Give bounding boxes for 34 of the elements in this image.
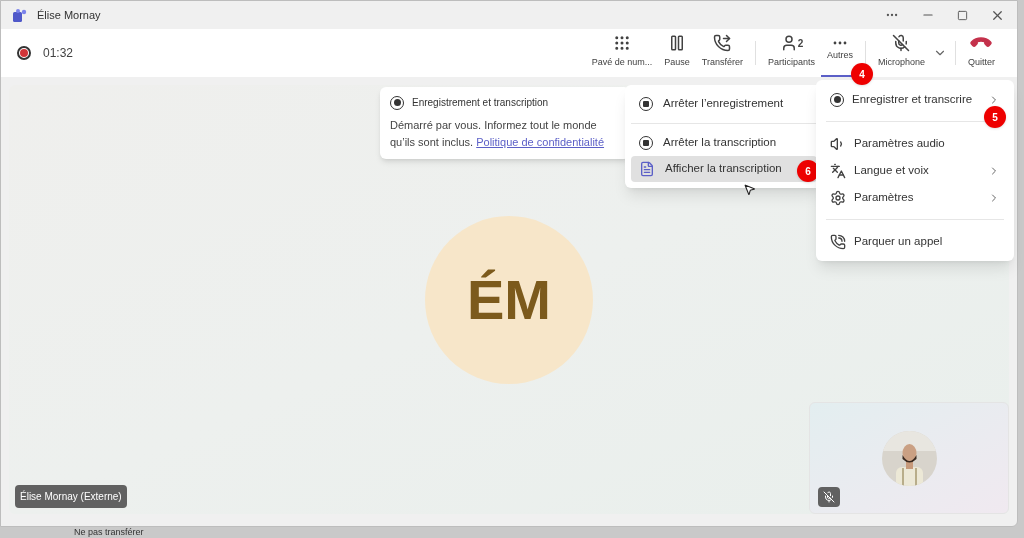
privacy-link[interactable]: Politique de confidentialité [476,136,605,148]
more-icon [832,41,847,46]
toolbar-button[interactable]: Quitter [962,29,1001,77]
menu-item[interactable]: Paramètres audio [822,130,1008,157]
phone-forward-icon [713,34,732,53]
participant-count: 2 [797,36,804,51]
call-timer: 01:32 [43,45,74,62]
settings-icon [830,189,846,206]
behind-label: Ne pas transférer [74,527,144,538]
language-icon [830,162,846,179]
step-badge: 5 [984,106,1006,128]
banner-title: Enregistrement et transcription [412,96,549,110]
name-tag: Élise Mornay (Externe) [15,485,127,508]
toolbar-button[interactable]: Microphone [871,29,931,77]
toolbar-button[interactable]: Transférer [695,29,749,77]
transcript-icon [639,161,655,177]
menu-item[interactable]: Parquer un appel [822,228,1008,255]
avatar: ÉM [425,215,593,384]
banner-message: Démarré par vous. Informez tout le monde qu’ils sont inclus. Politique de confidentialité [390,118,606,150]
app-logo-icon [13,8,27,22]
menu-item[interactable]: Arrêter la transcription [631,130,817,156]
toolbar-button[interactable]: Pavé de num... [585,29,659,77]
toolbar-button[interactable]: 2 Participants [761,29,821,77]
mic-off-button[interactable] [818,487,840,507]
dialpad-icon [612,34,631,53]
maximize-icon[interactable] [957,9,968,21]
menu-item[interactable]: Langue et voix [822,157,1008,184]
menu-item[interactable]: Arrêter l’enregistrement [631,91,817,117]
menu-item[interactable]: Paramètres [822,184,1008,211]
phone-icon [830,233,846,250]
step-badge: 4 [850,63,873,85]
window-title: Élise Mornay [37,7,101,23]
mic-off-icon [823,491,835,503]
toolbar-button[interactable]: Pause [658,29,696,77]
